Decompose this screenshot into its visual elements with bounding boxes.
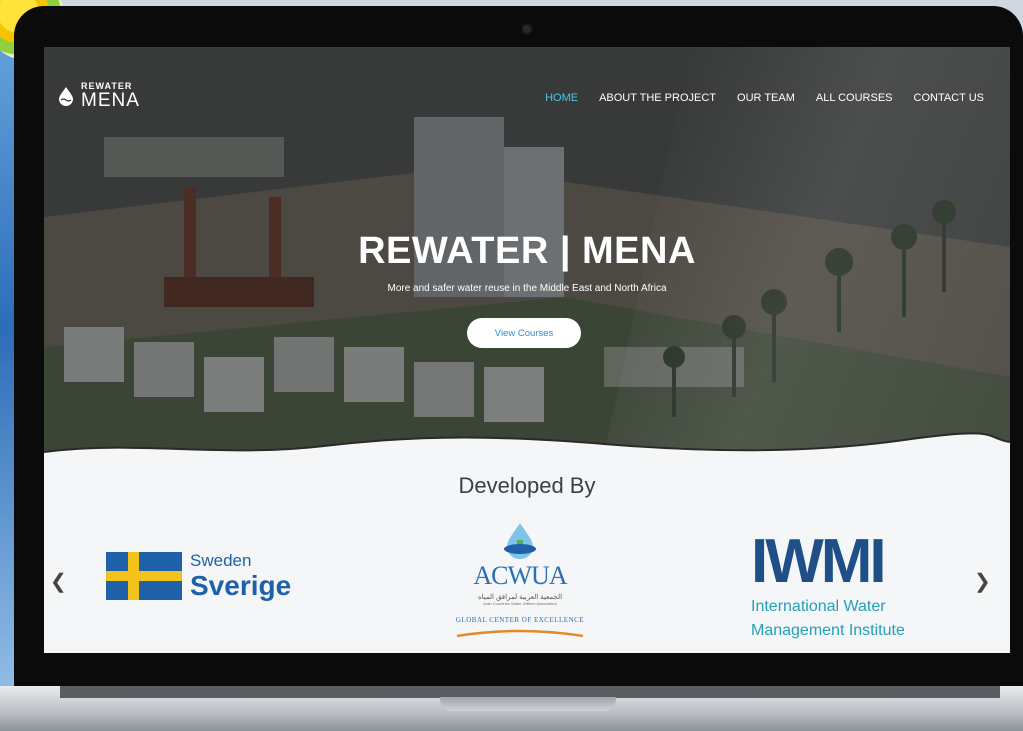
partner-logo-iwmi[interactable]: IWMI International Water Management Inst… [751, 531, 905, 641]
hero-subtitle: More and safer water reuse in the Middle… [387, 283, 667, 294]
nav-home[interactable]: HOME [545, 92, 578, 104]
sverige-label: Sverige [190, 570, 292, 601]
iwmi-name-line-1: International Water [751, 598, 886, 615]
hero-title: REWATER | MENA [358, 230, 696, 272]
site-logo[interactable]: REWATER MENA [56, 82, 140, 110]
acwua-tagline: GLOBAL CENTER OF EXCELLENCE [455, 616, 585, 624]
chevron-right-icon[interactable]: ❯ [974, 569, 991, 594]
sweden-flag-icon [106, 552, 182, 600]
camera-icon [523, 25, 531, 33]
laptop-screen: REWATER MENA HOME ABOUT THE PROJECT OUR … [44, 47, 1010, 653]
partner-logo-sweden[interactable]: Sweden Sverige [106, 552, 291, 600]
water-drop-icon [59, 87, 73, 106]
partner-logo-acwua[interactable]: ACWUA الجمعية العربية لمرافق المياه Arab… [448, 522, 592, 642]
acwua-drop-icon [504, 523, 536, 559]
main-nav: HOME ABOUT THE PROJECT OUR TEAM ALL COUR… [524, 92, 984, 104]
iwmi-mark: IWMI [751, 527, 887, 596]
nav-all-courses[interactable]: ALL COURSES [816, 92, 893, 104]
acwua-name: ACWUA [473, 561, 567, 590]
view-courses-button[interactable]: View Courses [467, 318, 581, 348]
nav-about-the-project[interactable]: ABOUT THE PROJECT [599, 92, 716, 104]
logo-text-bottom: MENA [81, 90, 140, 111]
developed-by-heading: Developed By [458, 473, 596, 498]
nav-contact-us[interactable]: CONTACT US [914, 92, 985, 104]
laptop-notch [440, 697, 616, 711]
chevron-left-icon[interactable]: ❮ [50, 569, 67, 594]
acwua-full-name: Arab Countries Water Utilities Associati… [483, 601, 557, 606]
acwua-arabic-name: الجمعية العربية لمرافق المياه [477, 594, 563, 601]
acwua-arc [456, 629, 584, 638]
hero-section: REWATER MENA HOME ABOUT THE PROJECT OUR … [44, 47, 1010, 467]
desktop-background [0, 0, 14, 731]
nav-our-team[interactable]: OUR TEAM [737, 92, 795, 104]
iwmi-name-line-2: Management Institute [751, 622, 905, 639]
sweden-label: Sweden [190, 551, 252, 570]
